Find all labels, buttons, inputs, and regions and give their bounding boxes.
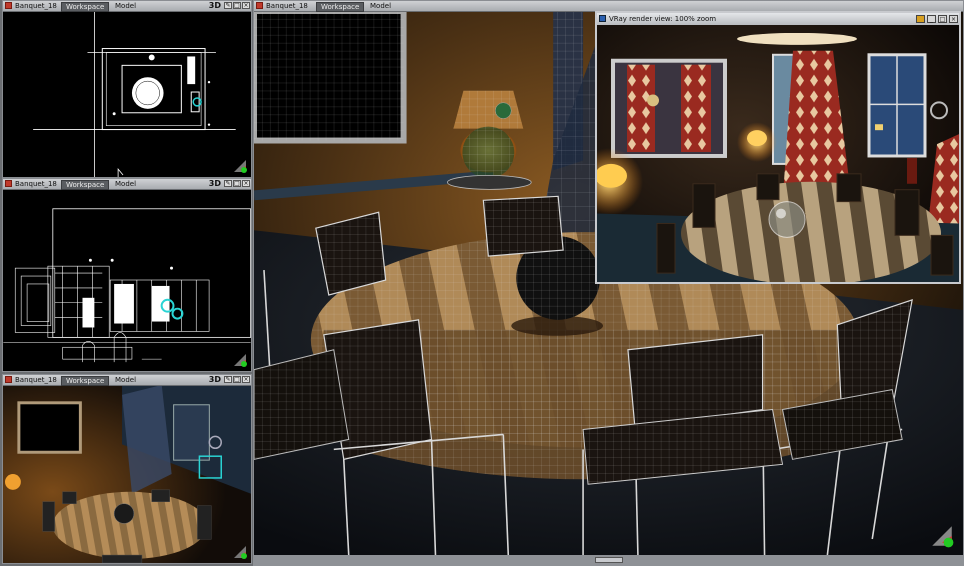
top-view-scene[interactable] — [3, 11, 251, 177]
minimize-icon[interactable]: _ — [927, 15, 936, 23]
axis-gizmo-icon[interactable] — [232, 352, 248, 368]
viewport-top[interactable]: Banquet_18 Workspace Model 3D ✎ □ × — [2, 0, 252, 178]
viewport-perspective-small[interactable]: Banquet_18 Workspace Model 3D ✎ □ × — [2, 374, 252, 564]
viewport-persp-titlebar: Banquet_18 Workspace Model 3D ✎ □ × — [3, 375, 251, 386]
view-mode-label[interactable]: 3D — [209, 1, 221, 11]
axis-gizmo-icon[interactable] — [232, 544, 248, 560]
maximize-icon[interactable]: □ — [233, 2, 241, 9]
perspective-small-scene[interactable] — [3, 385, 251, 563]
pin-icon[interactable]: ✎ — [224, 376, 232, 383]
tab-workspace[interactable]: Workspace — [61, 180, 110, 190]
axis-gizmo-icon[interactable] — [929, 523, 955, 549]
viewport-title: Banquet_18 — [15, 180, 57, 188]
close-icon[interactable]: × — [242, 180, 250, 187]
scroll-thumb[interactable] — [595, 557, 623, 563]
tab-model[interactable]: Model — [111, 180, 140, 188]
app-icon — [256, 2, 263, 9]
front-view-scene[interactable] — [3, 189, 251, 371]
render-image — [597, 25, 959, 282]
axis-gizmo-icon[interactable] — [232, 158, 248, 174]
app-icon — [5, 2, 12, 9]
vray-render-titlebar[interactable]: VRay render view: 100% zoom _ □ × — [597, 13, 959, 25]
viewport-title: Banquet_18 — [15, 376, 57, 384]
maximize-icon[interactable]: □ — [938, 15, 947, 23]
perspective-small-render — [3, 385, 251, 563]
view-mode-label[interactable]: 3D — [209, 179, 221, 189]
close-icon[interactable]: × — [242, 376, 250, 383]
close-icon[interactable]: × — [949, 15, 958, 23]
viewport-front-titlebar: Banquet_18 Workspace Model 3D ✎ □ × — [3, 179, 251, 190]
vray-render-image — [597, 25, 959, 282]
tab-model[interactable]: Model — [111, 2, 140, 10]
render-window-title: VRay render view: 100% zoom — [609, 15, 717, 23]
maximize-icon[interactable]: □ — [233, 180, 241, 187]
close-icon[interactable]: × — [242, 2, 250, 9]
render-window-icon — [599, 15, 606, 22]
pin-icon[interactable]: ✎ — [224, 180, 232, 187]
view-mode-label[interactable]: 3D — [209, 375, 221, 385]
viewport-title: Banquet_18 — [15, 2, 57, 10]
viewport-front[interactable]: Banquet_18 Workspace Model 3D ✎ □ × — [2, 178, 252, 372]
viewport-title: Banquet_18 — [266, 2, 308, 10]
front-view-wireframe — [3, 208, 251, 363]
main-viewport-status-strip — [253, 555, 964, 566]
tab-workspace[interactable]: Workspace — [61, 2, 110, 12]
app-icon — [5, 180, 12, 187]
vray-render-window[interactable]: VRay render view: 100% zoom _ □ × — [595, 11, 961, 284]
render-options-icon[interactable] — [916, 15, 925, 23]
top-view-wireframe — [33, 11, 236, 177]
tab-model[interactable]: Model — [111, 376, 140, 384]
pin-icon[interactable]: ✎ — [224, 2, 232, 9]
app-icon — [5, 376, 12, 383]
viewport-top-titlebar: Banquet_18 Workspace Model 3D ✎ □ × — [3, 1, 251, 12]
tab-workspace[interactable]: Workspace — [61, 376, 110, 386]
tab-workspace[interactable]: Workspace — [316, 2, 365, 12]
maximize-icon[interactable]: □ — [233, 376, 241, 383]
tab-model[interactable]: Model — [366, 2, 395, 10]
